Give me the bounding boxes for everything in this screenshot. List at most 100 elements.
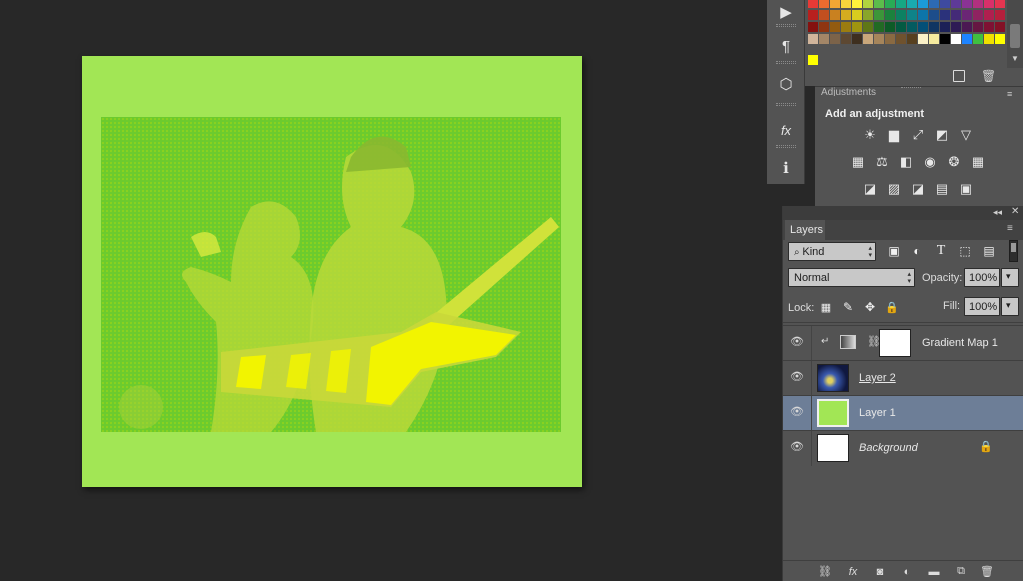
adjustments-tab[interactable]: Adjustments [821, 87, 876, 96]
color-swatch[interactable] [907, 0, 917, 8]
document-canvas[interactable] [82, 56, 582, 487]
color-swatch[interactable] [830, 22, 840, 32]
type-filter-icon[interactable]: T [932, 242, 950, 260]
panel-menu-icon[interactable]: ≡ [1007, 89, 1012, 99]
color-swatch[interactable] [896, 22, 906, 32]
panel-menu-icon[interactable]: ≡ [1007, 223, 1013, 234]
color-swatch[interactable] [984, 10, 994, 20]
pixel-filter-icon[interactable]: ▣ [885, 242, 903, 260]
color-swatch[interactable] [863, 10, 873, 20]
color-swatch[interactable] [841, 34, 851, 44]
scrollbar-thumb[interactable] [1010, 24, 1020, 48]
color-swatch[interactable] [808, 10, 818, 20]
posterize-icon[interactable]: ▨ [885, 181, 903, 197]
color-swatch[interactable] [929, 22, 939, 32]
color-swatch[interactable] [951, 10, 961, 20]
visibility-eye-icon[interactable]: 👁 [789, 335, 805, 351]
play-icon[interactable]: ▶ [772, 0, 800, 24]
color-swatch[interactable] [885, 34, 895, 44]
lock-transparency-icon[interactable]: ▦ [817, 298, 835, 316]
fx-icon[interactable]: fx [845, 564, 861, 579]
color-swatch[interactable] [885, 10, 895, 20]
new-swatch-icon[interactable] [953, 70, 965, 82]
color-swatch[interactable] [918, 0, 928, 8]
color-swatch[interactable] [918, 22, 928, 32]
color-swatch[interactable] [841, 22, 851, 32]
threshold-icon[interactable]: ◪ [909, 181, 927, 197]
panel-grip[interactable] [776, 103, 796, 106]
color-swatch[interactable] [918, 10, 928, 20]
color-swatch[interactable] [984, 34, 994, 44]
color-swatch[interactable] [951, 34, 961, 44]
new-group-icon[interactable]: ▬ [926, 564, 942, 579]
layer-row[interactable]: 👁 Background 🔒 [783, 430, 1023, 466]
canvas-area[interactable] [0, 0, 767, 581]
exposure-icon[interactable]: ◩ [933, 127, 951, 143]
color-swatch[interactable] [907, 34, 917, 44]
layer-row[interactable]: 👁 Layer 1 [783, 395, 1023, 431]
layer-thumbnail[interactable] [817, 399, 849, 427]
color-swatch[interactable] [929, 10, 939, 20]
gradient-map-icon[interactable]: ▤ [933, 181, 951, 197]
new-adjustment-layer-icon[interactable]: ◐ [899, 564, 915, 579]
color-swatch[interactable] [907, 22, 917, 32]
adjustment-filter-icon[interactable]: ◐ [908, 242, 926, 260]
color-lookup-icon[interactable]: ▦ [969, 154, 987, 170]
color-swatch[interactable] [951, 0, 961, 8]
black-white-icon[interactable]: ◧ [897, 154, 915, 170]
add-mask-icon[interactable]: ◙ [872, 564, 888, 579]
color-swatch[interactable] [819, 10, 829, 20]
collapse-icon[interactable]: ◂◂ [993, 207, 1002, 218]
layer-thumbnail[interactable] [817, 364, 849, 392]
visibility-eye-icon[interactable]: 👁 [789, 440, 805, 456]
color-swatch[interactable] [874, 22, 884, 32]
color-swatch[interactable] [863, 0, 873, 8]
invert-icon[interactable]: ◪ [861, 181, 879, 197]
delete-swatch-icon[interactable]: 🗑 [981, 69, 996, 83]
delete-layer-icon[interactable]: 🗑 [979, 564, 995, 579]
hue-saturation-icon[interactable]: ▦ [849, 154, 867, 170]
color-swatch[interactable] [841, 10, 851, 20]
color-swatch[interactable] [819, 34, 829, 44]
color-swatch[interactable] [896, 10, 906, 20]
layer-name[interactable]: Layer 2 [859, 372, 896, 384]
color-swatch[interactable] [962, 22, 972, 32]
color-swatch[interactable] [940, 0, 950, 8]
lock-move-icon[interactable]: ✥ [861, 298, 879, 316]
color-swatch[interactable] [984, 0, 994, 8]
color-swatch[interactable] [874, 34, 884, 44]
color-swatch[interactable] [995, 34, 1005, 44]
paragraph-icon[interactable]: ¶ [772, 34, 800, 58]
color-swatch[interactable] [852, 22, 862, 32]
layer-thumbnail[interactable] [817, 434, 849, 462]
color-swatch[interactable] [808, 55, 818, 65]
color-swatch[interactable] [863, 22, 873, 32]
lock-all-icon[interactable]: 🔒 [883, 298, 901, 316]
color-swatch[interactable] [973, 34, 983, 44]
color-swatch[interactable] [907, 10, 917, 20]
color-swatch[interactable] [808, 34, 818, 44]
levels-icon[interactable]: ▆ [885, 127, 903, 143]
new-layer-icon[interactable]: ⧉ [953, 564, 969, 579]
color-swatch[interactable] [995, 22, 1005, 32]
panel-grip[interactable] [776, 24, 796, 27]
color-swatch[interactable] [973, 22, 983, 32]
color-swatch[interactable] [962, 10, 972, 20]
color-swatch[interactable] [841, 0, 851, 8]
color-swatch[interactable] [962, 34, 972, 44]
swatches-scrollbar[interactable]: ▼ [1007, 0, 1023, 68]
layer-name[interactable]: Gradient Map 1 [922, 337, 998, 349]
color-swatch[interactable] [863, 34, 873, 44]
filter-toggle[interactable] [1009, 240, 1018, 262]
vibrance-icon[interactable]: ▽ [957, 127, 975, 143]
photo-filter-icon[interactable]: ◉ [921, 154, 939, 170]
3d-layers-icon[interactable]: ⬡ [772, 72, 800, 96]
lock-brush-icon[interactable]: ✎ [839, 298, 857, 316]
color-swatch[interactable] [885, 0, 895, 8]
color-swatch[interactable] [940, 22, 950, 32]
color-swatch[interactable] [885, 22, 895, 32]
color-swatch[interactable] [808, 0, 818, 8]
opacity-input[interactable]: 100% [964, 268, 1000, 287]
color-swatch[interactable] [929, 34, 939, 44]
blend-mode-select[interactable]: Normal ▴ ▾ [788, 268, 915, 287]
